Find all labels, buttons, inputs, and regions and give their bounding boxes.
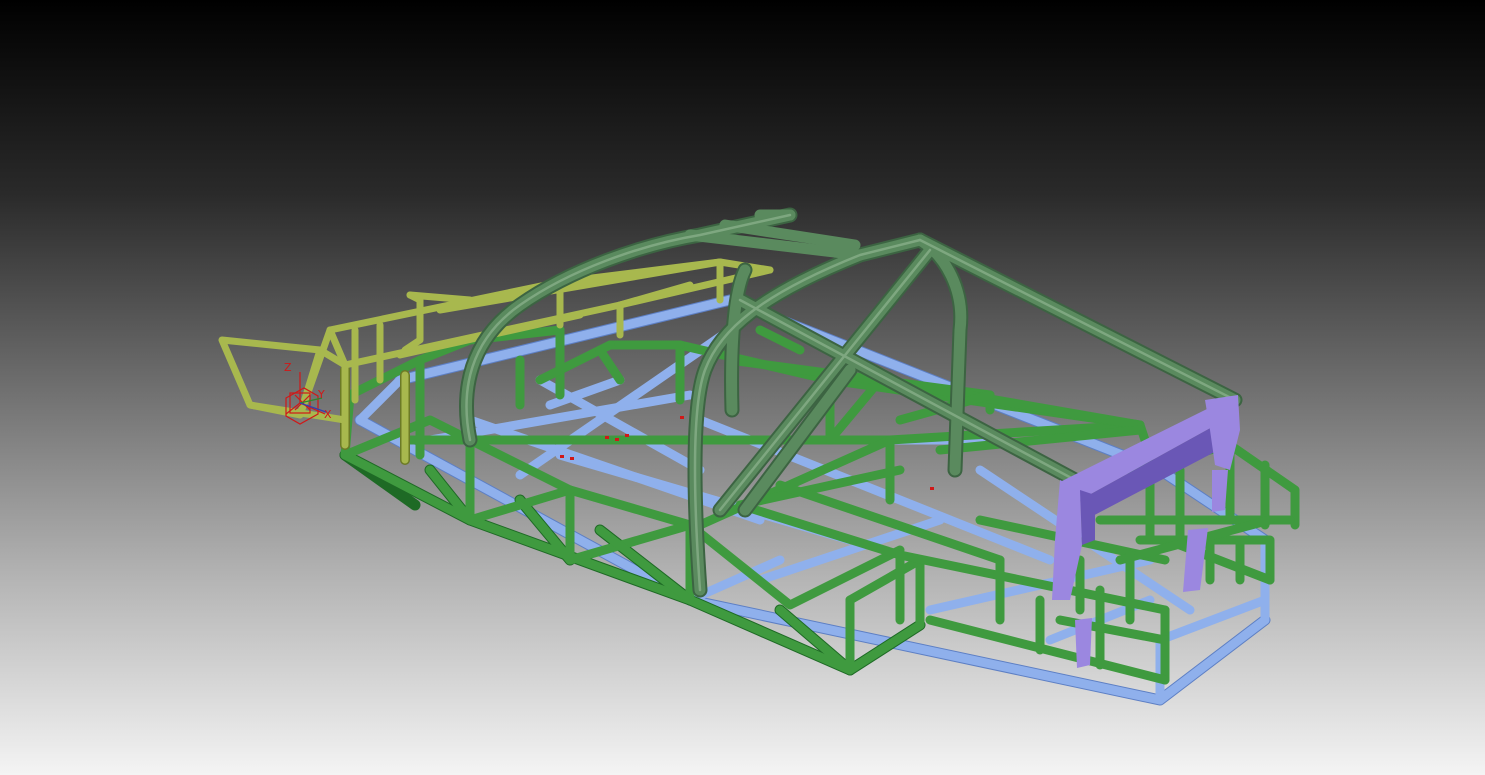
triad-z-label: Z <box>284 361 292 374</box>
3d-viewport[interactable]: Z Y X <box>0 0 1485 775</box>
triad-y-label: Y <box>317 388 325 401</box>
rear-bracket-lower-left <box>1075 618 1092 668</box>
rear-bracket-left-leg-shade <box>1080 490 1095 545</box>
chassis-model-scene[interactable]: Z Y X <box>0 0 1485 775</box>
triad-x-label: X <box>324 408 332 421</box>
